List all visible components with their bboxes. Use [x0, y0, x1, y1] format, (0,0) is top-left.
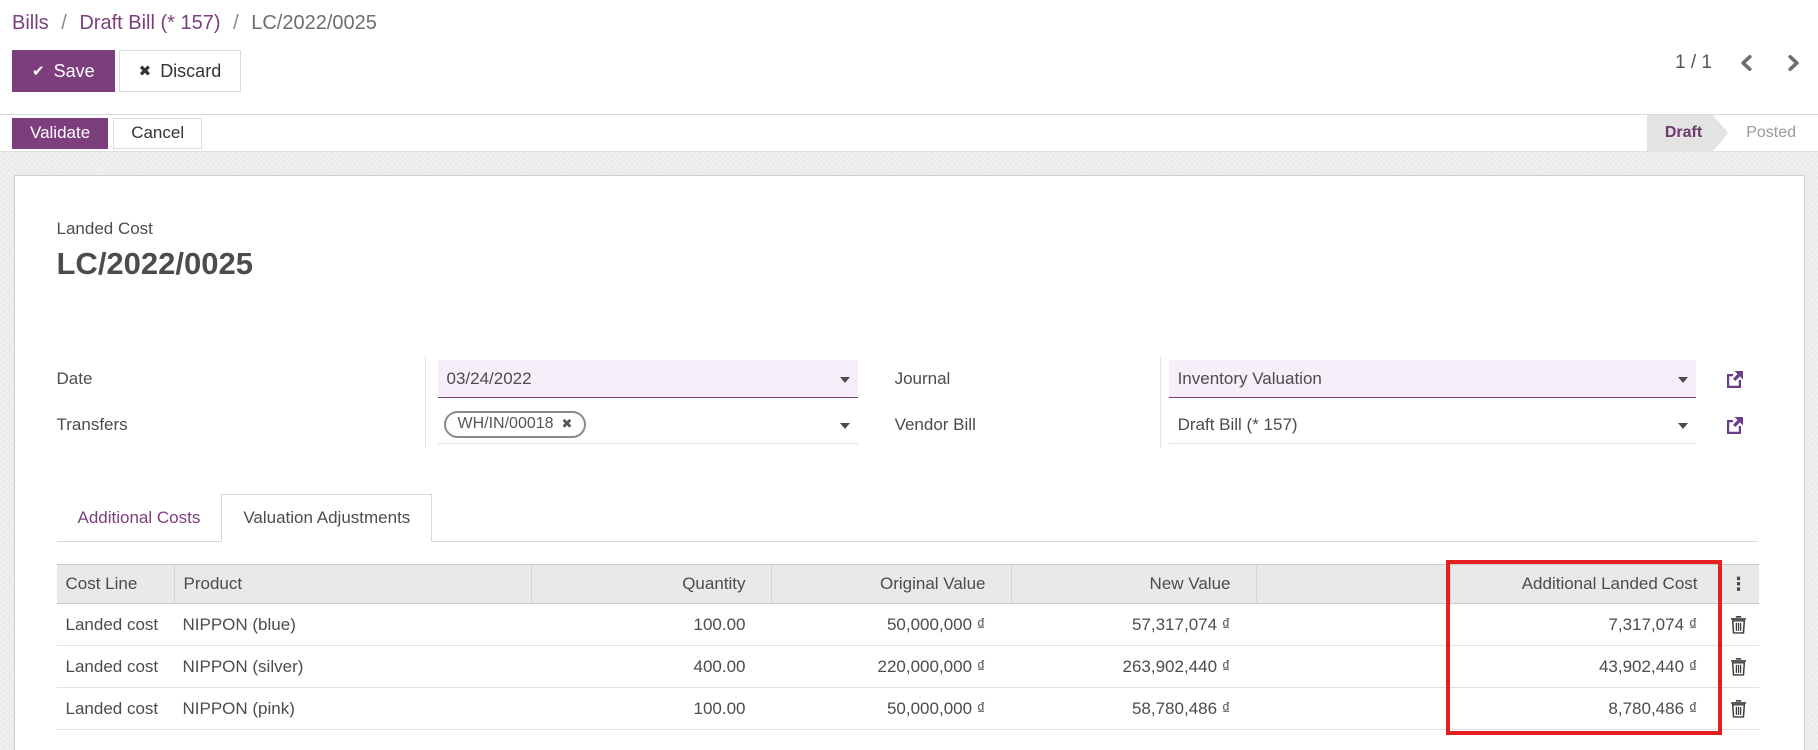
header-empty	[1255, 565, 1450, 603]
header-quantity[interactable]: Quantity	[530, 565, 771, 603]
check-icon: ✔	[32, 63, 45, 80]
cell-empty	[1256, 604, 1450, 645]
transfer-tag-label: WH/IN/00018	[457, 415, 554, 432]
table-header-row: Cost Line Product Quantity Original Valu…	[56, 564, 1759, 604]
table-row[interactable]: Landed cost NIPPON (pink) 100.00 50,000,…	[56, 688, 1759, 730]
transfer-tag[interactable]: WH/IN/00018 ✖	[443, 411, 587, 438]
cell-product[interactable]: NIPPON (silver)	[174, 646, 531, 687]
journal-external-link-icon[interactable]	[1722, 367, 1746, 391]
record-type-label: Landed Cost	[56, 219, 153, 238]
cell-quantity[interactable]: 400.00	[531, 646, 771, 687]
chevron-down-icon[interactable]	[839, 377, 850, 383]
x-icon: ✖	[138, 63, 152, 80]
cell-cost-line[interactable]: Landed cost	[57, 688, 174, 729]
chevron-right-icon[interactable]	[1784, 54, 1802, 72]
table-row[interactable]: Landed cost NIPPON (silver) 400.00 220,0…	[56, 646, 1759, 688]
tag-remove-icon[interactable]: ✖	[562, 416, 573, 432]
stage-posted[interactable]: Posted	[1728, 115, 1818, 151]
form-sheet: Landed Cost LC/2022/0025 Date 03/24/2022	[13, 175, 1805, 750]
journal-label: Journal	[894, 369, 951, 388]
cell-new-value[interactable]: 57,317,074 ₫	[1011, 604, 1256, 645]
button-row: ✔ Save ✖ Discard	[12, 50, 1804, 92]
date-value: 03/24/2022	[446, 368, 532, 388]
stage-draft[interactable]: Draft	[1647, 115, 1728, 151]
delete-row-icon[interactable]	[1730, 699, 1747, 718]
journal-value: Inventory Valuation	[1177, 368, 1322, 388]
pager: 1 / 1	[1675, 52, 1802, 74]
save-button-label: Save	[53, 60, 95, 81]
notebook-tabs: Additional Costs Valuation Adjustments	[56, 493, 1758, 542]
breadcrumb-current: LC/2022/0025	[251, 12, 377, 34]
breadcrumb-separator: /	[61, 12, 67, 34]
cell-cost-line[interactable]: Landed cost	[57, 604, 174, 645]
header-original-value[interactable]: Original Value	[770, 565, 1011, 603]
discard-button-label: Discard	[160, 60, 222, 81]
cell-new-value[interactable]: 263,902,440 ₫	[1011, 646, 1256, 687]
header-new-value[interactable]: New Value	[1010, 565, 1256, 603]
breadcrumb-draft-bill[interactable]: Draft Bill (* 157)	[79, 12, 220, 34]
control-panel: Bills / Draft Bill (* 157) / LC/2022/002…	[0, 0, 1818, 115]
vendor-bill-external-link-icon[interactable]	[1722, 413, 1746, 437]
cell-additional-landed-cost[interactable]: 8,780,486 ₫	[1450, 688, 1718, 729]
chevron-down-icon[interactable]	[1677, 423, 1688, 429]
breadcrumb: Bills / Draft Bill (* 157) / LC/2022/002…	[12, 8, 1804, 38]
valuation-adjustments-table: Cost Line Product Quantity Original Valu…	[56, 560, 1759, 735]
delete-row-icon[interactable]	[1730, 657, 1747, 676]
vendor-bill-label: Vendor Bill	[894, 415, 976, 434]
cell-product[interactable]: NIPPON (pink)	[174, 688, 531, 729]
date-label: Date	[56, 369, 93, 388]
save-button[interactable]: ✔ Save	[12, 50, 115, 92]
cell-product[interactable]: NIPPON (blue)	[174, 604, 531, 645]
content-background: Landed Cost LC/2022/0025 Date 03/24/2022	[0, 152, 1818, 750]
transfers-label: Transfers	[56, 415, 128, 434]
header-cost-line[interactable]: Cost Line	[57, 565, 174, 603]
breadcrumb-bills[interactable]: Bills	[12, 12, 49, 34]
cell-empty	[1256, 688, 1450, 729]
header-product[interactable]: Product	[173, 565, 531, 603]
field-groups: Date 03/24/2022 Transfers WH/IN/00018 ✖ …	[57, 356, 1758, 448]
tab-valuation-adjustments[interactable]: Valuation Adjustments	[221, 494, 433, 542]
chevron-down-icon[interactable]	[1677, 377, 1688, 383]
chevron-down-icon[interactable]	[839, 423, 850, 429]
cancel-button[interactable]: Cancel	[113, 117, 203, 149]
status-bar: Validate Cancel Draft Posted	[0, 115, 1818, 152]
cell-quantity[interactable]: 100.00	[531, 688, 771, 729]
vendor-bill-field[interactable]: Draft Bill (* 157)	[1168, 406, 1696, 444]
cell-original-value[interactable]: 50,000,000 ₫	[771, 688, 1011, 729]
header-additional-landed-cost[interactable]: Additional Landed Cost	[1449, 565, 1718, 603]
pager-count: 1 / 1	[1675, 52, 1712, 73]
discard-button[interactable]: ✖ Discard	[118, 50, 242, 92]
chevron-left-icon[interactable]	[1738, 54, 1756, 72]
stage-indicator: Draft Posted	[1647, 115, 1818, 151]
journal-field[interactable]: Inventory Valuation	[1168, 360, 1696, 398]
cell-original-value[interactable]: 220,000,000 ₫	[771, 646, 1011, 687]
cell-additional-landed-cost[interactable]: 43,902,440 ₫	[1450, 646, 1718, 687]
cell-empty	[1256, 646, 1450, 687]
table-row[interactable]: Landed cost NIPPON (blue) 100.00 50,000,…	[56, 604, 1759, 646]
delete-row-icon[interactable]	[1730, 615, 1747, 634]
tab-additional-costs[interactable]: Additional Costs	[57, 495, 222, 541]
landed-cost-form-page: Bills / Draft Bill (* 157) / LC/2022/002…	[0, 0, 1818, 750]
transfers-field[interactable]: WH/IN/00018 ✖	[437, 406, 858, 444]
cell-original-value[interactable]: 50,000,000 ₫	[771, 604, 1011, 645]
validate-button[interactable]: Validate	[12, 117, 109, 149]
breadcrumb-separator: /	[233, 12, 239, 34]
date-field[interactable]: 03/24/2022	[437, 360, 858, 398]
cell-new-value[interactable]: 58,780,486 ₫	[1011, 688, 1256, 729]
cell-cost-line[interactable]: Landed cost	[57, 646, 174, 687]
cell-additional-landed-cost[interactable]: 7,317,074 ₫	[1450, 604, 1718, 645]
page-title: LC/2022/0025	[56, 246, 253, 281]
vendor-bill-value: Draft Bill (* 157)	[1177, 414, 1298, 434]
cell-quantity[interactable]: 100.00	[531, 604, 771, 645]
optional-columns-icon[interactable]: ⋮	[1730, 574, 1748, 595]
